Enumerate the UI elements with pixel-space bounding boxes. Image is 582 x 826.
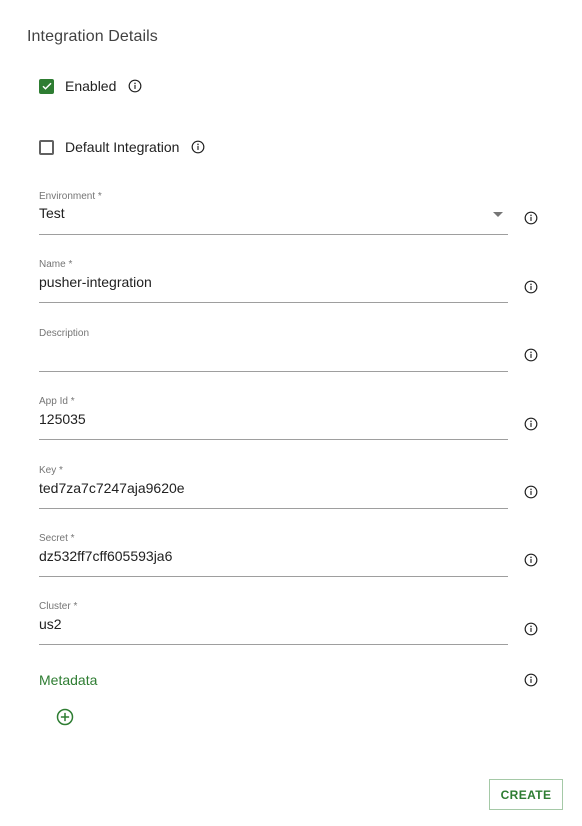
name-field: Name * [39, 259, 508, 303]
info-icon[interactable] [524, 417, 538, 431]
info-icon[interactable] [128, 79, 142, 93]
environment-label: Environment * [39, 191, 102, 202]
cluster-underline [39, 644, 508, 645]
default-integration-row: Default Integration [39, 137, 205, 157]
app-id-label: App Id * [39, 396, 75, 407]
name-input[interactable] [39, 273, 508, 291]
info-icon[interactable] [524, 348, 538, 362]
description-input[interactable] [39, 342, 508, 360]
description-label: Description [39, 328, 90, 339]
add-circle-icon [56, 708, 74, 726]
info-icon[interactable] [524, 211, 538, 225]
description-field: Description [39, 328, 508, 372]
metadata-heading: Metadata [39, 672, 98, 688]
key-field: Key * [39, 465, 508, 509]
secret-label: Secret * [39, 533, 75, 544]
check-icon [41, 82, 52, 90]
section-title: Integration Details [27, 28, 158, 45]
name-underline [39, 302, 508, 303]
app-id-underline [39, 439, 508, 440]
enabled-label: Enabled [65, 78, 117, 94]
name-label: Name * [39, 259, 73, 270]
description-underline [39, 371, 508, 372]
create-button[interactable]: CREATE [489, 779, 563, 810]
info-icon[interactable] [524, 673, 538, 687]
info-icon[interactable] [524, 485, 538, 499]
cluster-input[interactable] [39, 615, 508, 633]
key-label: Key * [39, 465, 63, 476]
environment-underline [39, 234, 508, 235]
info-icon[interactable] [191, 140, 205, 154]
environment-value: Test [39, 205, 65, 221]
cluster-field: Cluster * [39, 601, 508, 645]
secret-underline [39, 576, 508, 577]
info-icon[interactable] [524, 280, 538, 294]
default-integration-checkbox[interactable] [39, 139, 54, 155]
default-integration-label: Default Integration [65, 139, 180, 155]
app-id-input[interactable] [39, 410, 508, 428]
chevron-down-icon[interactable] [493, 212, 503, 217]
secret-field: Secret * [39, 533, 508, 577]
cluster-label: Cluster * [39, 601, 78, 612]
enabled-checkbox[interactable] [39, 78, 54, 94]
add-metadata-button[interactable] [56, 708, 74, 726]
info-icon[interactable] [524, 553, 538, 567]
info-icon[interactable] [524, 622, 538, 636]
enabled-row: Enabled [39, 76, 142, 96]
key-input[interactable] [39, 479, 508, 497]
key-underline [39, 508, 508, 509]
app-id-field: App Id * [39, 396, 508, 440]
environment-select[interactable]: Environment * Test [39, 191, 508, 235]
secret-input[interactable] [39, 547, 508, 565]
